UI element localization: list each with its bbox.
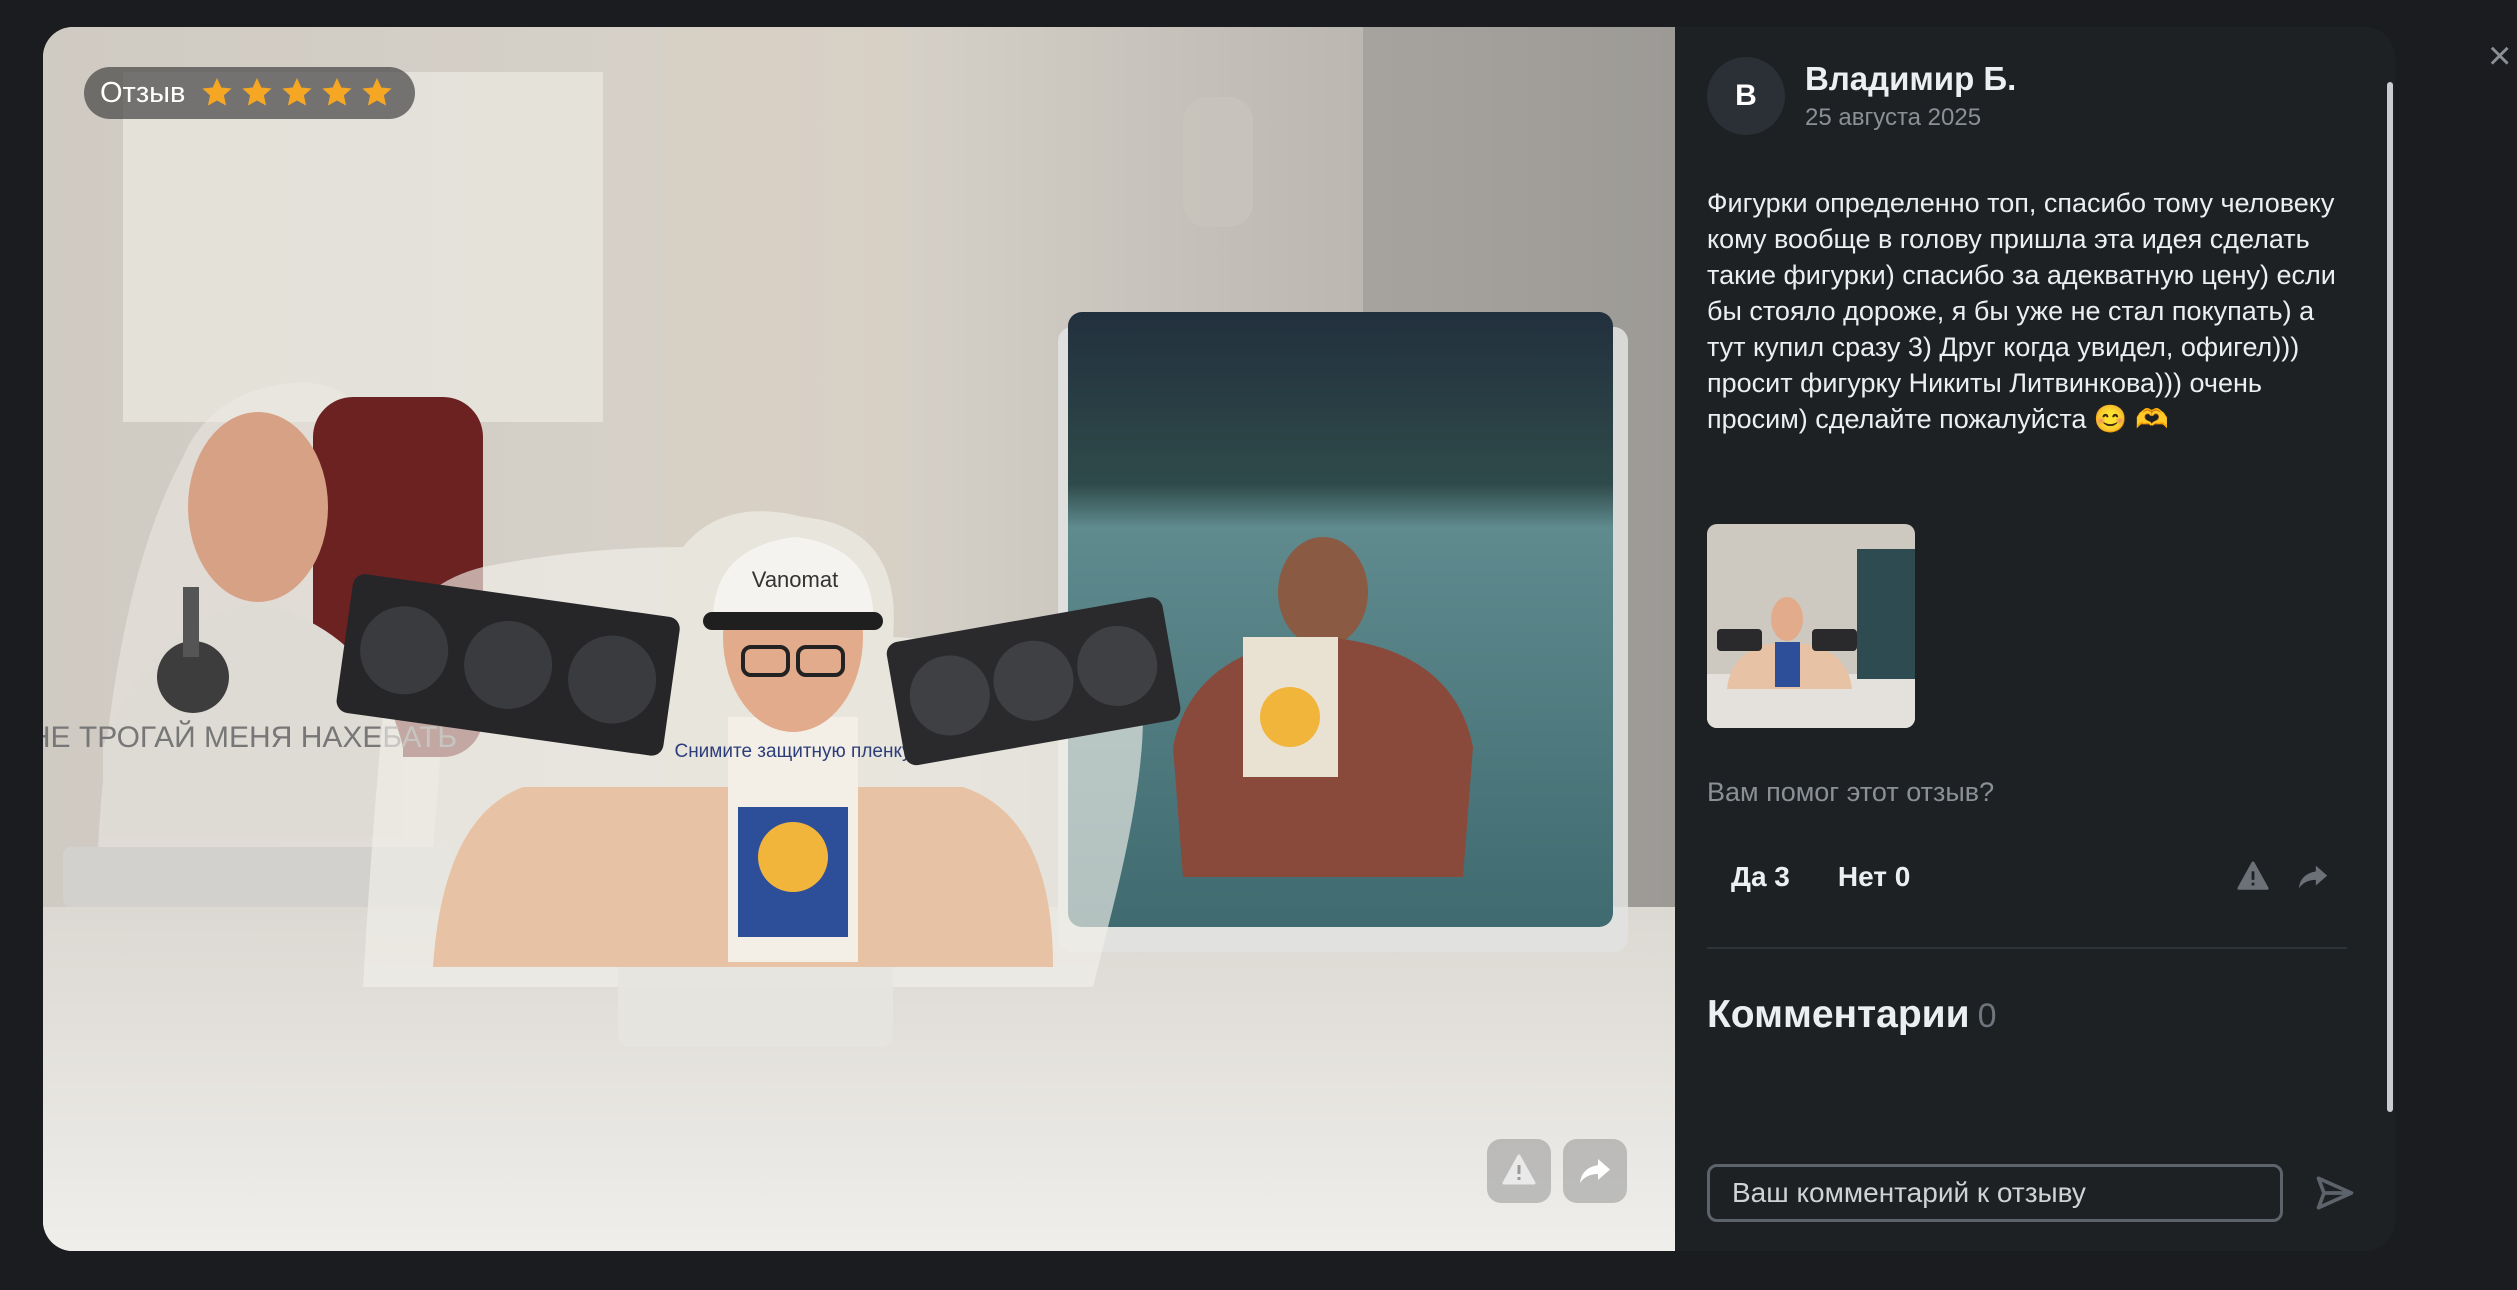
send-icon (2316, 1176, 2354, 1210)
review-author: В Владимир Б. 25 августа 2025 (1707, 57, 2016, 135)
helpful-vote-row: Да 3 Нет 0 (1707, 847, 2343, 907)
comment-input[interactable] (1707, 1164, 2283, 1222)
report-icon (2237, 861, 2269, 890)
star-icon (242, 78, 273, 106)
share-icon (1580, 1159, 1610, 1183)
star-icon (362, 78, 393, 106)
helpful-question: Вам помог этот отзыв? (1707, 777, 1995, 807)
photo-scene: НЕ ТРОГАЙ МЕНЯ НАХЕБАТЬ Снимите защитную… (43, 27, 1675, 1251)
send-comment-button[interactable] (2309, 1167, 2361, 1219)
close-button[interactable]: × (2488, 36, 2516, 76)
comments-heading: Комментарии 0 (1707, 993, 1997, 1037)
share-button[interactable] (2283, 847, 2343, 907)
photo-share-button[interactable] (1563, 1139, 1627, 1203)
author-name: Владимир Б. (1805, 60, 2017, 97)
report-button[interactable] (2223, 847, 2283, 907)
comments-count: 0 (1977, 997, 1997, 1035)
review-date: 25 августа 2025 (1805, 104, 1982, 131)
cap-print: Vanomat (752, 567, 838, 592)
review-photo[interactable]: НЕ ТРОГАЙ МЕНЯ НАХЕБАТЬ Снимите защитную… (43, 27, 1675, 1251)
vote-no-button[interactable]: Нет 0 (1814, 851, 1935, 903)
scrollbar[interactable] (2387, 82, 2393, 1112)
avatar: В (1707, 57, 1785, 135)
photo-thumbnail[interactable] (1707, 524, 1915, 728)
report-icon (1502, 1154, 1536, 1185)
rating-badge: Отзыв (84, 67, 416, 119)
comments-title: Комментарии (1707, 993, 1970, 1036)
badge-label: Отзыв (100, 76, 186, 109)
review-panel: В Владимир Б. 25 августа 2025 Фигурки оп… (1675, 27, 2395, 1251)
thumbnail-image (1707, 524, 1915, 728)
star-icon (202, 78, 233, 106)
vote-yes-button[interactable]: Да 3 (1707, 851, 1814, 903)
figure-sign: Снимите защитную пленку (674, 741, 912, 762)
divider (1707, 947, 2347, 949)
photo-actions (1487, 1139, 1627, 1203)
star-icon (282, 78, 313, 106)
photo-report-button[interactable] (1487, 1139, 1551, 1203)
star-icon (322, 78, 353, 106)
share-icon (2298, 865, 2328, 889)
review-modal: НЕ ТРОГАЙ МЕНЯ НАХЕБАТЬ Снимите защитную… (43, 27, 2395, 1251)
star-rating (199, 75, 395, 111)
review-text: Фигурки определенно топ, спасибо тому че… (1707, 188, 2344, 434)
